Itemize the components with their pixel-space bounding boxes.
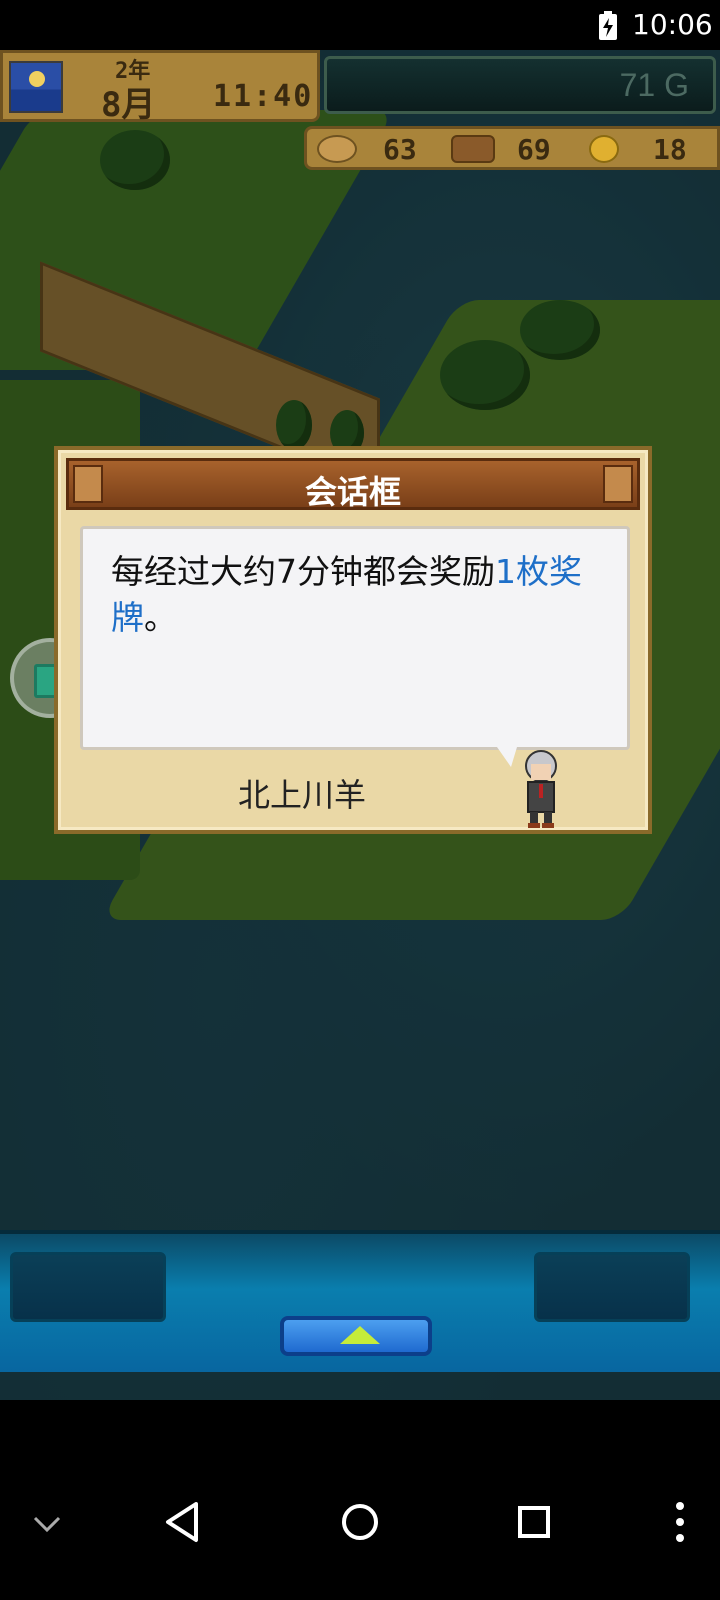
arrow-up-icon: [340, 1326, 380, 1344]
more-options-icon[interactable]: [670, 1500, 690, 1544]
wood-value: 69: [517, 133, 551, 166]
money-display: 71 G: [324, 56, 716, 114]
food-value: 63: [383, 133, 417, 166]
food-icon: [317, 135, 357, 163]
conversation-dialog[interactable]: 会话框 每经过大约7分钟都会奖励1枚奖牌。 北上川羊: [54, 446, 652, 834]
speaker-name: 北上川羊: [238, 776, 367, 814]
bottom-game-panel: [0, 1230, 720, 1372]
chevron-down-icon[interactable]: [30, 1508, 64, 1538]
back-icon[interactable]: [162, 1500, 202, 1544]
message-end: 。: [144, 598, 177, 637]
recents-icon[interactable]: [516, 1504, 552, 1540]
dialog-header: 会话框: [66, 458, 640, 511]
dialog-title: 会话框: [304, 473, 401, 511]
top-hud: 2年 8月 11:40 71 G 63 69 18: [0, 50, 720, 175]
wood-icon: [451, 135, 495, 163]
status-bar: 10:06: [0, 0, 720, 50]
medal-value: 18: [653, 133, 687, 166]
date-time-panel: 2年 8月 11:40: [0, 50, 320, 125]
message-text: 每经过大约7分钟都会奖励: [111, 552, 495, 591]
speaker-portrait: [525, 750, 557, 828]
expand-menu-button[interactable]: [280, 1316, 432, 1356]
month-label: 8月: [101, 85, 156, 125]
navigation-bar: [0, 1472, 720, 1600]
resource-bar: 63 69 18: [304, 126, 720, 170]
game-viewport[interactable]: 2年 8月 11:40 71 G 63 69 18 会话框 每经过大约7分钟都会…: [0, 50, 720, 1400]
dialog-message: 每经过大约7分钟都会奖励1枚奖牌。: [111, 549, 611, 641]
battery-charging-icon: [599, 11, 617, 40]
status-time: 10:06: [632, 8, 713, 41]
country-flag-icon[interactable]: [9, 61, 63, 113]
medal-icon: [589, 135, 619, 163]
panel-right-button[interactable]: [534, 1252, 690, 1322]
speech-bubble: 每经过大约7分钟都会奖励1枚奖牌。: [80, 526, 630, 767]
panel-left-button[interactable]: [10, 1252, 166, 1322]
home-icon[interactable]: [340, 1502, 380, 1542]
game-clock: 11:40: [213, 79, 314, 114]
money-value: 71 G: [619, 67, 689, 103]
